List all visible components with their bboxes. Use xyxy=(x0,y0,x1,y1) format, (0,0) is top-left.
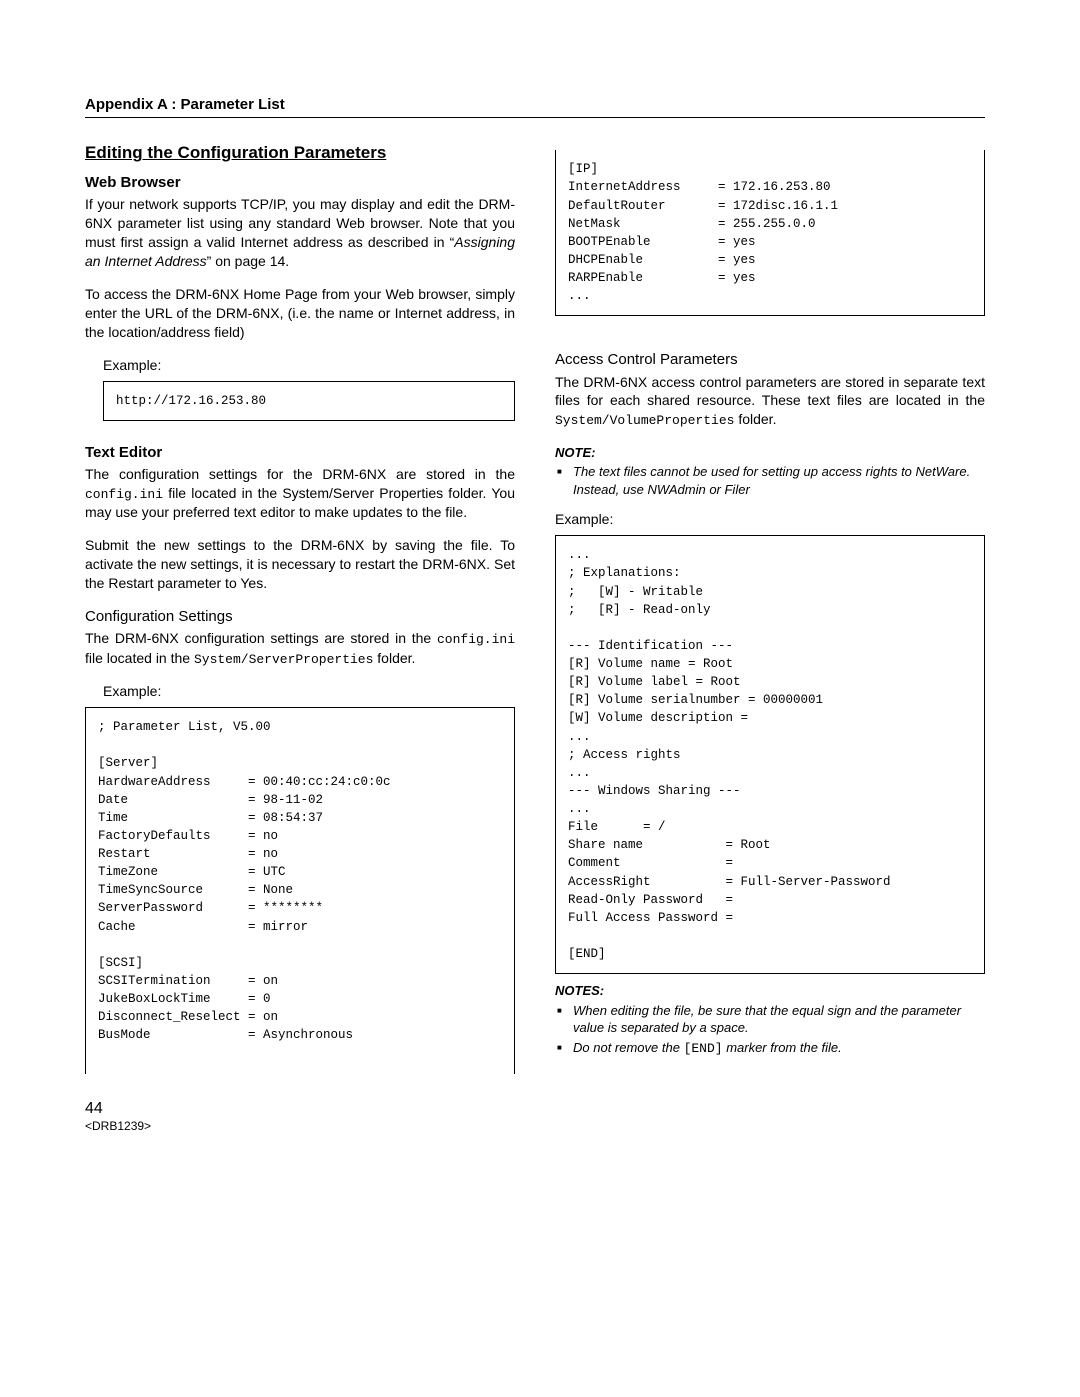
notes-list: When editing the file, be sure that the … xyxy=(555,1002,985,1058)
notes-label: NOTES: xyxy=(555,982,985,1000)
config-example-right: [IP] InternetAddress = 172.16.253.80 Def… xyxy=(555,150,985,316)
note-label: NOTE: xyxy=(555,444,985,462)
note-list: The text files cannot be used for settin… xyxy=(555,463,985,498)
config-settings-heading: Configuration Settings xyxy=(85,607,515,627)
appendix-heading: Appendix A : Parameter List xyxy=(85,95,985,118)
section-title: Editing the Configuration Parameters xyxy=(85,142,515,165)
left-column: Editing the Configuration Parameters Web… xyxy=(85,142,515,1134)
note-item: The text files cannot be used for settin… xyxy=(573,463,985,498)
note-item: When editing the file, be sure that the … xyxy=(573,1002,985,1037)
web-browser-heading: Web Browser xyxy=(85,173,515,193)
text-editor-para2: Submit the new settings to the DRM-6NX b… xyxy=(85,536,515,593)
access-control-example: ... ; Explanations: ; [W] - Writable ; [… xyxy=(555,535,985,974)
right-column: [IP] InternetAddress = 172.16.253.80 Def… xyxy=(555,142,985,1134)
access-control-para: The DRM-6NX access control parameters ar… xyxy=(555,373,985,430)
page-number: 44 xyxy=(85,1098,515,1120)
config-example-left: ; Parameter List, V5.00 [Server] Hardwar… xyxy=(85,707,515,1074)
example-label: Example: xyxy=(555,510,985,529)
text-editor-para1: The configuration settings for the DRM-6… xyxy=(85,465,515,522)
note-item: Do not remove the [END] marker from the … xyxy=(573,1039,985,1058)
web-browser-para2: To access the DRM-6NX Home Page from you… xyxy=(85,285,515,342)
text-editor-heading: Text Editor xyxy=(85,443,515,463)
web-browser-example: http://172.16.253.80 xyxy=(103,381,515,421)
example-label: Example: xyxy=(103,356,515,375)
access-control-heading: Access Control Parameters xyxy=(555,350,985,370)
doc-id: <DRB1239> xyxy=(85,1118,515,1134)
config-settings-para: The DRM-6NX configuration settings are s… xyxy=(85,629,515,668)
web-browser-para1: If your network supports TCP/IP, you may… xyxy=(85,195,515,271)
example-label: Example: xyxy=(103,682,515,701)
